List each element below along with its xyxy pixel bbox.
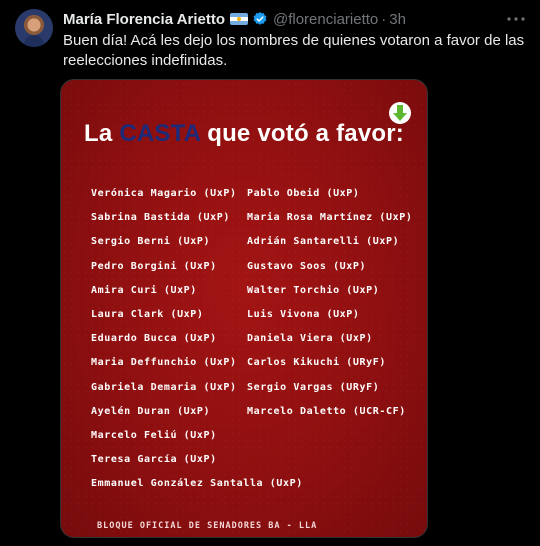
verified-badge-icon [253,12,267,25]
name-entry: Marcelo Feliú (UxP) [91,429,217,441]
name-entry: Adrián Santarelli (UxP) [247,236,400,248]
name-entry: Walter Torchio (UxP) [247,284,380,296]
card-footer: BLOQUE OFICIAL DE SENADORES BA - LLA [97,521,318,531]
tweet-image[interactable]: La CASTA que votó a favor: Verónica Maga… [60,79,428,538]
name-entry: Marcelo Daletto (UCR-CF) [247,405,406,417]
more-dots-glyph [507,17,525,21]
name-entry: Daniela Viera (UxP) [247,333,373,345]
name-entry: Sergio Vargas (URyF) [247,381,380,393]
author-display-name[interactable]: María Florencia Arietto [63,11,225,28]
tweet: María Florencia Arietto @florenciarietto… [0,0,540,546]
avatar[interactable] [15,9,53,47]
name-entry: Teresa García (UxP) [91,454,217,466]
name-entry: Maria Rosa Martínez (UxP) [247,212,413,224]
tweet-text: Buen día! Acá les dejo los nombres de qu… [63,32,525,69]
name-entry: Pablo Obeid (UxP) [247,188,360,199]
header-separator: · [381,10,387,28]
tweet-header: María Florencia Arietto @florenciarietto… [63,10,406,28]
name-entry: Gustavo Soos (UxP) [247,260,367,272]
author-handle[interactable]: @florenciarietto [273,11,378,28]
title-accent: CASTA [119,120,201,147]
card-title: La CASTA que votó a favor: [61,120,427,148]
down-arrow-glyph [393,105,407,121]
names-right-column: Pablo Obeid (UxP) Maria Rosa Martínez (U… [247,188,413,430]
title-suffix: que votó a favor: [207,120,404,147]
name-entry: Luis Vivona (UxP) [247,308,360,320]
argentina-flag-icon [229,13,248,25]
tweet-timestamp[interactable]: 3h [389,11,406,28]
name-entry: Carlos Kikuchi (URyF) [247,357,387,369]
more-options-icon[interactable] [506,9,526,29]
name-entry: Emmanuel González Santalla (UxP) [91,478,303,490]
title-prefix: La [84,120,113,147]
